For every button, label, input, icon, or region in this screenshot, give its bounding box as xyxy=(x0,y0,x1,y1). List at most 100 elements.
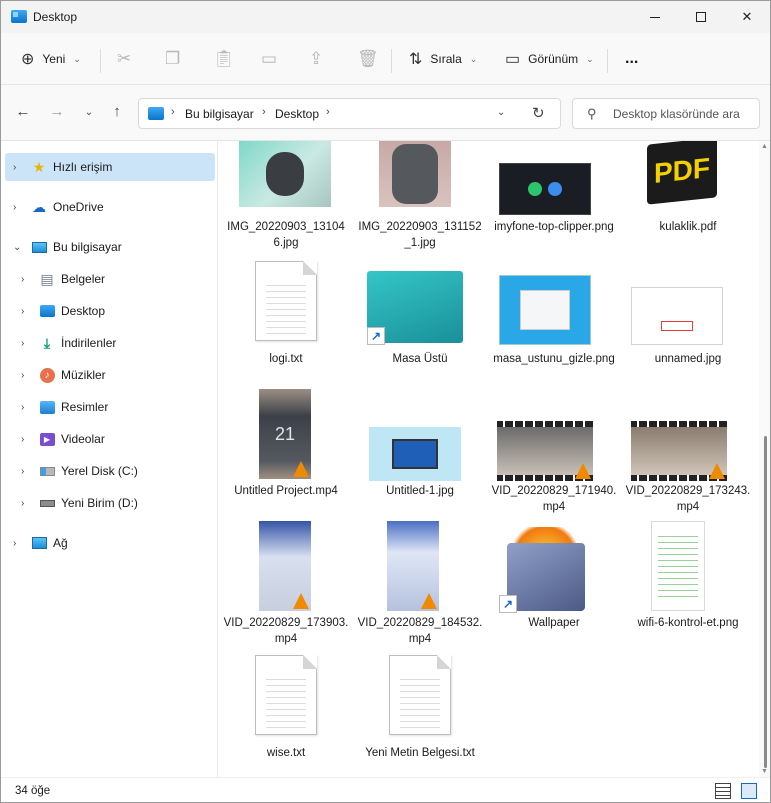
recent-locations-button[interactable]: ⌄ xyxy=(79,107,99,118)
file-item[interactable]: wifi-6-kontrol-et.png xyxy=(621,521,755,653)
refresh-button[interactable]: ↻ xyxy=(532,104,545,122)
address-bar[interactable]: › Bu bilgisayar › Desktop › ⌄ ↻ xyxy=(138,98,561,129)
file-name: VID_20220829_173903.mp4 xyxy=(223,617,349,645)
text-file-icon xyxy=(238,655,334,735)
scroll-up-icon[interactable]: ▲ xyxy=(761,143,768,150)
maximize-button[interactable] xyxy=(678,1,724,33)
sort-label: Sırala xyxy=(430,52,462,66)
share-icon: ⇪ xyxy=(309,49,324,68)
view-button[interactable]: ▭ Görünüm ⌄ xyxy=(505,45,594,73)
sidebar-item-downloads[interactable]: › ⤓ İndirilenler xyxy=(5,329,215,357)
large-icons-view-button[interactable] xyxy=(741,783,757,799)
sidebar-item-this-pc[interactable]: ⌄ Bu bilgisayar xyxy=(5,233,215,261)
divider xyxy=(391,49,392,73)
rename-icon: ▭ xyxy=(261,49,278,68)
chevron-right-icon[interactable]: › xyxy=(21,498,24,509)
file-name: Untitled Project.mp4 xyxy=(234,485,338,497)
file-item[interactable]: wise.txt xyxy=(219,655,353,777)
breadcrumb-this-pc[interactable]: Bu bilgisayar xyxy=(185,107,254,121)
file-item[interactable]: masa_ustunu_gizle.png xyxy=(487,261,621,393)
file-item[interactable]: ↗ Masa Üstü xyxy=(353,261,487,393)
vlc-icon xyxy=(293,461,309,477)
file-item[interactable]: ↗ Wallpaper xyxy=(487,521,621,653)
scrollbar-thumb[interactable] xyxy=(764,436,767,768)
file-name: VID_20220829_171940.mp4 xyxy=(491,485,617,513)
file-item[interactable]: VID_20220829_173243.mp4 xyxy=(621,389,755,521)
chevron-down-icon[interactable]: ⌄ xyxy=(13,242,21,253)
vlc-icon xyxy=(709,463,725,479)
close-button[interactable]: ✕ xyxy=(724,1,770,33)
text-file-icon xyxy=(372,655,468,735)
chevron-right-icon[interactable]: › xyxy=(13,202,16,213)
chevron-right-icon[interactable]: › xyxy=(21,370,24,381)
sidebar-item-desktop[interactable]: › Desktop xyxy=(5,297,215,325)
sidebar-item-network[interactable]: › Ağ xyxy=(5,529,215,557)
file-item[interactable]: PDF kulaklik.pdf xyxy=(621,141,755,277)
chevron-right-icon[interactable]: › xyxy=(21,434,24,445)
vlc-icon xyxy=(293,593,309,609)
chevron-right-icon: › xyxy=(171,106,175,118)
file-item[interactable]: 21 Untitled Project.mp4 xyxy=(219,389,353,521)
chevron-right-icon[interactable]: › xyxy=(21,274,24,285)
close-icon: ✕ xyxy=(741,9,753,24)
breadcrumb-desktop[interactable]: Desktop xyxy=(275,107,319,121)
file-item[interactable]: logi.txt xyxy=(219,261,353,393)
rename-button[interactable]: ▭ xyxy=(261,45,285,73)
cut-button[interactable]: ✂ xyxy=(117,45,139,73)
folder-icon: ↗ xyxy=(367,265,465,345)
file-item[interactable]: unnamed.jpg xyxy=(621,261,755,393)
file-item[interactable]: VID_20220829_173903.mp4 xyxy=(219,521,353,653)
file-item[interactable]: IMG_20220903_131152_1.jpg xyxy=(353,141,487,277)
pictures-icon xyxy=(39,399,55,415)
minimize-button[interactable] xyxy=(632,1,678,33)
file-item[interactable]: IMG_20220903_131046.jpg xyxy=(219,141,353,277)
more-options-button[interactable]: ... xyxy=(625,45,638,73)
chevron-right-icon[interactable]: › xyxy=(13,538,16,549)
sidebar-item-pictures[interactable]: › Resimler xyxy=(5,393,215,421)
item-count: 34 öğe xyxy=(15,785,51,797)
file-item[interactable]: Untitled-1.jpg xyxy=(353,389,487,521)
details-view-button[interactable] xyxy=(715,783,731,799)
cloud-icon: ☁ xyxy=(32,198,46,215)
chevron-right-icon[interactable]: › xyxy=(21,466,24,477)
vertical-scrollbar[interactable]: ▲ ▼ xyxy=(759,141,770,777)
download-icon: ⤓ xyxy=(43,334,51,351)
back-button[interactable]: ← xyxy=(13,103,33,120)
title-bar[interactable]: Desktop ✕ xyxy=(1,1,770,33)
sidebar-item-label: Yerel Disk (C:) xyxy=(61,464,138,478)
up-button[interactable]: ↑ xyxy=(107,103,127,120)
paste-button[interactable]: 📋︎ xyxy=(213,45,243,73)
file-name: Wallpaper xyxy=(528,617,580,629)
more-icon: ... xyxy=(625,50,639,67)
image-thumbnail xyxy=(499,163,591,215)
sidebar-item-onedrive[interactable]: › ☁ OneDrive xyxy=(5,193,215,221)
address-row: ← → ⌄ ↑ › Bu bilgisayar › Desktop › ⌄ ↻ … xyxy=(1,85,770,141)
shortcut-arrow-icon: ↗ xyxy=(367,327,385,345)
file-item[interactable]: VID_20220829_184532.mp4 xyxy=(353,521,487,653)
chevron-right-icon[interactable]: › xyxy=(13,162,16,173)
file-name: Untitled-1.jpg xyxy=(386,485,454,497)
sidebar-item-drive-d[interactable]: › Yeni Birim (D:) xyxy=(5,489,215,517)
file-item[interactable]: Yeni Metin Belgesi.txt xyxy=(353,655,487,777)
search-box[interactable]: ⚲ Desktop klasöründe ara xyxy=(572,98,760,129)
sidebar-item-quick-access[interactable]: › ★ Hızlı erişim xyxy=(5,153,215,181)
chevron-right-icon[interactable]: › xyxy=(21,338,24,349)
forward-button[interactable]: → xyxy=(47,103,67,120)
file-item[interactable]: imyfone-top-clipper.png xyxy=(487,145,621,277)
new-button[interactable]: ⊕ Yeni ⌄ xyxy=(21,45,81,73)
chevron-right-icon[interactable]: › xyxy=(21,306,24,317)
file-name: VID_20220829_173243.mp4 xyxy=(625,485,751,513)
sort-button[interactable]: ⇅ Sırala ⌄ xyxy=(409,45,477,73)
sidebar-item-videos[interactable]: › ▶ Videolar xyxy=(5,425,215,453)
address-history-dropdown[interactable]: ⌄ xyxy=(497,107,505,118)
command-bar: ⊕ Yeni ⌄ ✂ ❐ 📋︎ ▭ ⇪ 🗑︎ ⇅ Sırala ⌄ ▭ Görü… xyxy=(1,33,770,85)
copy-button[interactable]: ❐ xyxy=(165,45,188,73)
share-button[interactable]: ⇪ xyxy=(309,45,331,73)
delete-button[interactable]: 🗑︎ xyxy=(357,45,387,73)
sidebar-item-documents[interactable]: › ▤ Belgeler xyxy=(5,265,215,293)
sidebar-item-drive-c[interactable]: › Yerel Disk (C:) xyxy=(5,457,215,485)
file-item[interactable]: VID_20220829_171940.mp4 xyxy=(487,389,621,521)
sidebar-item-music[interactable]: › ♪ Müzikler xyxy=(5,361,215,389)
chevron-right-icon[interactable]: › xyxy=(21,402,24,413)
scroll-down-icon[interactable]: ▼ xyxy=(761,768,768,775)
